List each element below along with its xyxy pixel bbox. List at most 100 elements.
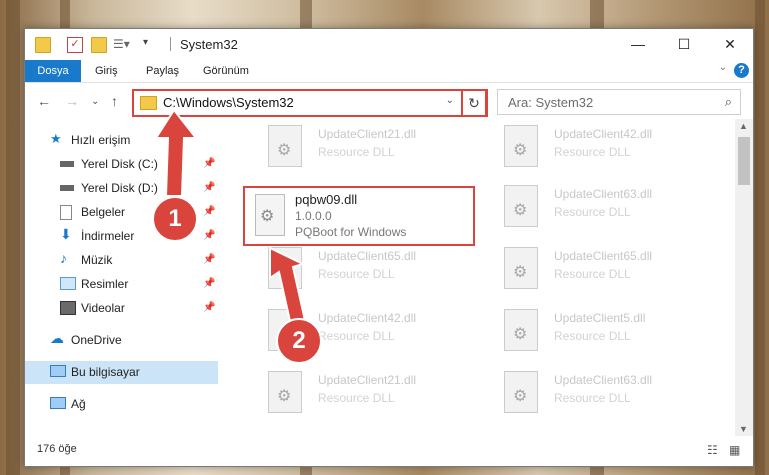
gear-icon: ⚙ [513, 142, 528, 159]
pin-icon[interactable]: 📌 [203, 158, 215, 169]
file-list: ⚙ UpdateClient21.dll Resource DLL ⚙ Upda… [242, 119, 735, 436]
file-tile[interactable]: ⚙ UpdateClient63.dll Resource DLL [504, 367, 734, 423]
maximize-button[interactable]: ☐ [661, 29, 707, 60]
file-version: 1.0.0.0 [295, 209, 332, 223]
gear-icon: ⚙ [513, 388, 528, 405]
back-button[interactable]: ← [37, 93, 51, 109]
gear-icon: ⚙ [260, 208, 275, 225]
scroll-down-icon[interactable]: ▼ [739, 424, 748, 434]
tab-home[interactable]: Giriş [95, 60, 118, 82]
file-description: Resource DLL [554, 145, 631, 159]
gear-icon: ⚙ [277, 388, 292, 405]
search-icon: ⌕ [724, 94, 732, 109]
file-description: Resource DLL [554, 267, 631, 281]
large-icons-view-icon[interactable]: ▦ [729, 443, 740, 457]
sidebar-item-label: Resimler [81, 277, 129, 291]
sidebar-item-music[interactable]: ♪ Müzik 📌 [25, 249, 218, 272]
sidebar-item-disk-c[interactable]: Yerel Disk (C:) 📌 [25, 153, 218, 176]
file-tile[interactable]: ⚙ UpdateClient65.dll Resource DLL [504, 243, 734, 299]
dll-file-icon: ⚙ [504, 371, 538, 413]
explorer-window: ✓ ☰▾ ▾ System32 — ☐ ✕ Dosya Giriş Paylaş… [24, 28, 754, 467]
network-icon [50, 397, 66, 409]
videos-icon [60, 301, 76, 315]
pin-icon[interactable]: 📌 [203, 206, 215, 217]
cloud-icon: ☁ [50, 330, 64, 346]
target-file-tile[interactable]: ⚙ pqbw09.dll 1.0.0.0 PQBoot for Windows [243, 186, 475, 246]
step-1-badge: 1 [152, 196, 198, 242]
file-tile[interactable]: ⚙ UpdateClient21.dll Resource DLL [268, 367, 498, 423]
pin-icon[interactable]: 📌 [203, 254, 215, 265]
sidebar-item-network[interactable]: Ağ [25, 393, 218, 416]
gear-icon: ⚙ [277, 264, 292, 281]
file-tile[interactable]: ⚙ UpdateClient63.dll Resource DLL [504, 181, 734, 237]
file-description: Resource DLL [554, 391, 631, 405]
forward-button[interactable]: → [65, 93, 79, 109]
pin-icon[interactable]: 📌 [203, 278, 215, 289]
sidebar-item-this-pc[interactable]: Bu bilgisayar [25, 361, 218, 384]
help-icon[interactable]: ? [734, 63, 749, 78]
sidebar-item-videos[interactable]: Videolar 📌 [25, 297, 218, 320]
sidebar-item-label: Videolar [81, 301, 125, 315]
quick-access-toolbar-icon[interactable]: ☰▾ [113, 37, 130, 51]
folder-icon [35, 37, 51, 53]
scrollbar-thumb[interactable] [738, 137, 750, 185]
file-tile[interactable]: ⚙ UpdateClient5.dll Resource DLL [504, 305, 734, 361]
file-tile[interactable]: ⚙ UpdateClient65.dll Resource DLL [268, 243, 498, 299]
customize-toolbar-icon[interactable]: ▾ [143, 37, 157, 51]
sidebar-item-disk-d[interactable]: Yerel Disk (D:) 📌 [25, 177, 218, 200]
expand-ribbon-icon[interactable]: ⌄ [719, 62, 727, 73]
vertical-scrollbar[interactable]: ▲ ▼ [735, 119, 753, 436]
new-folder-icon[interactable] [91, 37, 107, 53]
navigation-bar: ← → ⌄ ↑ C:\Windows\System32 ⌄ ↻ Ara: Sys… [25, 84, 753, 118]
dll-file-icon: ⚙ [504, 247, 538, 289]
dll-file-icon: ⚙ [268, 247, 302, 289]
dll-file-icon: ⚙ [268, 371, 302, 413]
file-tile[interactable]: ⚙ UpdateClient42.dll Resource DLL [504, 121, 734, 177]
properties-icon[interactable]: ✓ [67, 37, 83, 53]
file-name: UpdateClient42.dll [318, 311, 417, 325]
title-bar: ✓ ☰▾ ▾ System32 — ☐ ✕ [25, 29, 753, 60]
ribbon-tabs: Dosya Giriş Paylaş Görünüm ⌄ ? [25, 60, 753, 83]
address-path: C:\Windows\System32 [163, 95, 294, 110]
tab-share[interactable]: Paylaş [146, 60, 179, 82]
file-description: Resource DLL [318, 329, 395, 343]
scroll-up-icon[interactable]: ▲ [739, 121, 748, 131]
music-icon: ♪ [60, 250, 67, 266]
tab-view[interactable]: Görünüm [203, 60, 249, 82]
file-name: UpdateClient65.dll [554, 249, 653, 263]
sidebar-item-pictures[interactable]: Resimler 📌 [25, 273, 218, 296]
title-separator [170, 37, 171, 51]
sidebar-item-onedrive[interactable]: ☁ OneDrive [25, 329, 218, 352]
star-icon: ★ [50, 131, 62, 146]
minimize-button[interactable]: — [615, 29, 661, 60]
file-tile[interactable]: ⚙ UpdateClient21.dll Resource DLL [268, 121, 498, 177]
search-box[interactable]: Ara: System32 ⌕ [497, 89, 741, 115]
pin-icon[interactable]: 📌 [203, 230, 215, 241]
file-description: PQBoot for Windows [295, 225, 407, 239]
sidebar-item-label: Müzik [81, 253, 113, 267]
close-button[interactable]: ✕ [707, 29, 753, 60]
status-bar: 176 öğe ☷ ▦ [25, 437, 753, 465]
dll-file-icon: ⚙ [504, 125, 538, 167]
tab-file[interactable]: Dosya [25, 60, 81, 82]
pin-icon[interactable]: 📌 [203, 182, 215, 193]
pin-icon[interactable]: 📌 [203, 302, 215, 313]
file-name: pqbw09.dll [295, 192, 358, 207]
window-title: System32 [180, 37, 238, 52]
file-description: Resource DLL [318, 145, 395, 159]
address-bar[interactable]: C:\Windows\System32 ⌄ [132, 89, 488, 117]
item-count: 176 öğe [37, 443, 77, 455]
recent-locations-button[interactable]: ⌄ [91, 96, 99, 107]
file-description: Resource DLL [318, 391, 395, 405]
dll-file-icon: ⚙ [504, 309, 538, 351]
file-name: UpdateClient63.dll [554, 187, 653, 201]
step-2-badge: 2 [276, 318, 322, 364]
details-view-icon[interactable]: ☷ [707, 443, 718, 457]
chevron-down-icon[interactable]: ⌄ [446, 95, 454, 106]
up-button[interactable]: ↑ [111, 93, 118, 109]
drive-icon [60, 161, 74, 167]
refresh-button[interactable]: ↻ [461, 89, 487, 117]
search-placeholder: Ara: System32 [508, 95, 594, 110]
file-name: UpdateClient21.dll [318, 127, 417, 141]
sidebar-item-quick-access[interactable]: ★ Hızlı erişim [25, 129, 218, 152]
